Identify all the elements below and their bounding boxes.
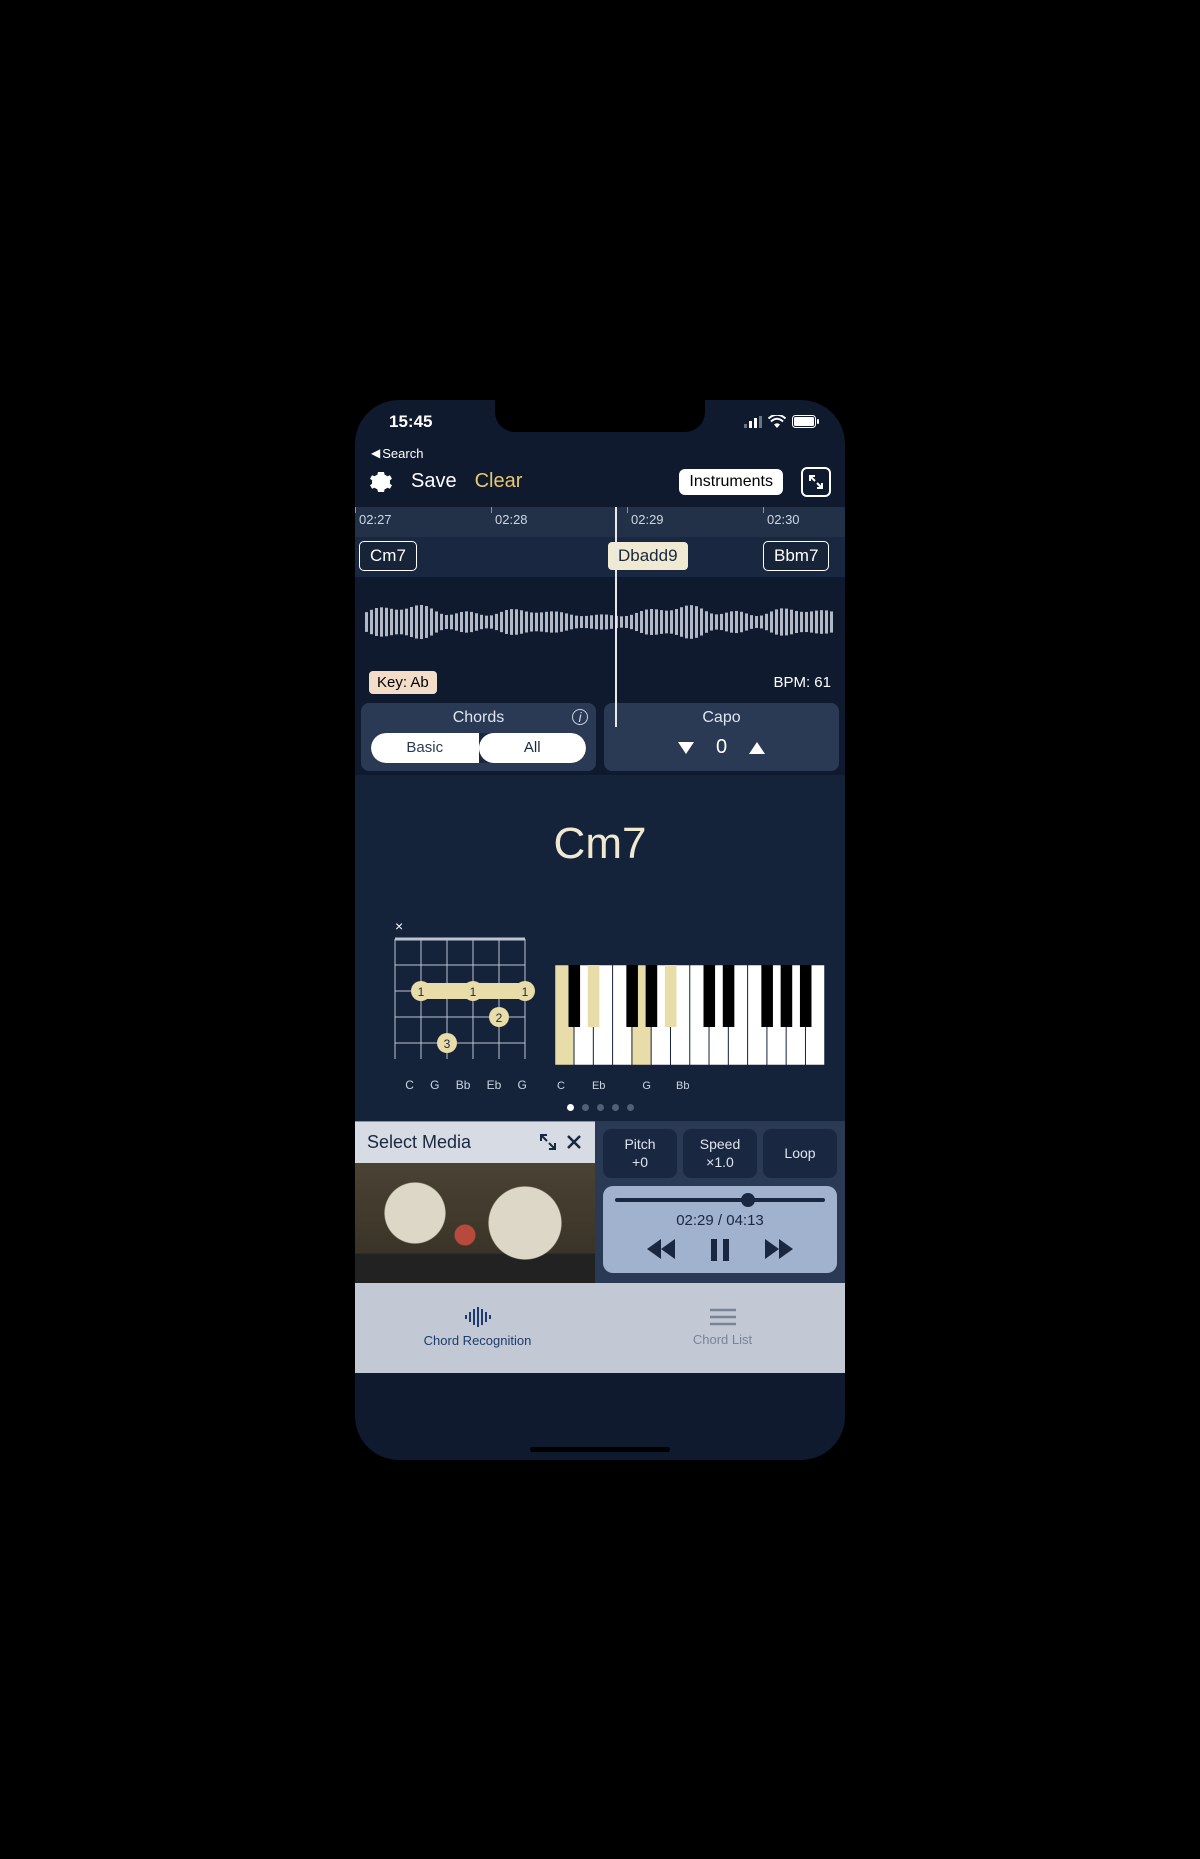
select-media-button[interactable]: Select Media <box>367 1132 471 1153</box>
timeline-tick: 02:29 <box>631 512 664 527</box>
svg-text:3: 3 <box>444 1037 451 1051</box>
media-expand-icon[interactable] <box>539 1133 557 1151</box>
media-panel: Select Media <box>355 1121 595 1283</box>
piano-note-labels: C Eb G Bb <box>555 1080 825 1092</box>
capo-up-button[interactable] <box>749 742 765 754</box>
bpm-label: BPM: 61 <box>773 674 831 691</box>
playhead[interactable] <box>615 507 617 727</box>
chords-panel: Chords i Basic All <box>361 703 596 771</box>
time-display: 02:29 / 04:13 <box>676 1212 764 1229</box>
instruments-button[interactable]: Instruments <box>679 469 783 495</box>
tab-bar: Chord Recognition Chord List <box>355 1283 845 1373</box>
save-button[interactable]: Save <box>411 470 457 493</box>
wifi-icon <box>768 415 786 428</box>
speed-button[interactable]: Speed×1.0 <box>683 1129 757 1179</box>
page-dots[interactable] <box>369 1104 831 1111</box>
nav-back[interactable]: ◀ Search <box>355 444 845 461</box>
notch <box>495 400 705 432</box>
progress-slider[interactable] <box>615 1198 825 1202</box>
loop-button[interactable]: Loop <box>763 1129 837 1179</box>
expand-icon <box>808 474 824 490</box>
back-chevron-icon: ◀ <box>371 446 380 460</box>
chord-chip[interactable]: Cm7 <box>359 541 417 571</box>
tab-chord-list[interactable]: Chord List <box>600 1283 845 1373</box>
info-bar: Key: Ab BPM: 61 <box>355 667 845 699</box>
forward-button[interactable] <box>765 1239 793 1259</box>
media-close-icon[interactable] <box>565 1133 583 1151</box>
waveform[interactable] <box>355 577 845 667</box>
transport-panel: Pitch+0 Speed×1.0 Loop 02:29 / 04:13 <box>595 1121 845 1283</box>
list-icon <box>710 1308 736 1326</box>
chords-segmented: Basic All <box>371 733 586 763</box>
chords-basic-option[interactable]: Basic <box>371 733 479 763</box>
capo-panel-title: Capo <box>614 709 829 727</box>
current-chord-name: Cm7 <box>369 819 831 869</box>
battery-icon <box>792 415 819 428</box>
clear-button[interactable]: Clear <box>475 470 523 493</box>
timeline-tick: 02:30 <box>767 512 800 527</box>
pause-button[interactable] <box>711 1239 729 1261</box>
status-time: 15:45 <box>381 412 432 432</box>
status-icons <box>744 415 819 428</box>
key-badge[interactable]: Key: Ab <box>369 671 437 694</box>
pitch-button[interactable]: Pitch+0 <box>603 1129 677 1179</box>
gear-icon <box>369 470 393 494</box>
svg-text:1: 1 <box>470 985 477 999</box>
svg-text:1: 1 <box>522 985 529 999</box>
timeline-tick: 02:28 <box>495 512 528 527</box>
guitar-diagram[interactable]: × 1 <box>375 919 535 1092</box>
waveform-svg <box>365 592 835 652</box>
phone-frame: 15:45 ◀ Search Save Clear Instruments 02… <box>355 400 845 1460</box>
capo-down-button[interactable] <box>678 742 694 754</box>
chords-panel-title: Chords <box>371 709 586 727</box>
home-indicator[interactable] <box>530 1447 670 1452</box>
info-icon[interactable]: i <box>572 709 588 725</box>
chord-display: Cm7 × <box>355 775 845 1121</box>
chord-chip-active[interactable]: Dbadd9 <box>607 541 689 571</box>
tab-chord-recognition[interactable]: Chord Recognition <box>355 1283 600 1373</box>
svg-text:×: × <box>395 919 403 934</box>
media-thumbnail[interactable] <box>355 1163 595 1283</box>
timeline-tick: 02:27 <box>359 512 392 527</box>
chords-all-option[interactable]: All <box>479 733 587 763</box>
piano-diagram[interactable]: C Eb G Bb <box>555 965 825 1092</box>
chord-chip[interactable]: Bbm7 <box>763 541 829 571</box>
capo-value: 0 <box>716 736 727 759</box>
timeline-ruler[interactable]: 02:27 02:28 02:29 02:30 <box>355 507 845 537</box>
settings-button[interactable] <box>369 470 393 494</box>
capo-panel: Capo 0 <box>604 703 839 771</box>
chord-track[interactable]: Cm7 Dbadd9 Bbm7 <box>355 537 845 577</box>
svg-text:2: 2 <box>496 1011 503 1025</box>
waveform-icon <box>463 1307 493 1327</box>
toolbar: Save Clear Instruments <box>355 461 845 507</box>
rewind-button[interactable] <box>647 1239 675 1259</box>
cellular-icon <box>744 416 762 428</box>
guitar-note-labels: x C G Bb Eb G <box>375 1078 535 1092</box>
svg-text:1: 1 <box>418 985 425 999</box>
expand-button[interactable] <box>801 467 831 497</box>
nav-back-label: Search <box>382 446 423 461</box>
slider-thumb[interactable] <box>741 1193 755 1207</box>
